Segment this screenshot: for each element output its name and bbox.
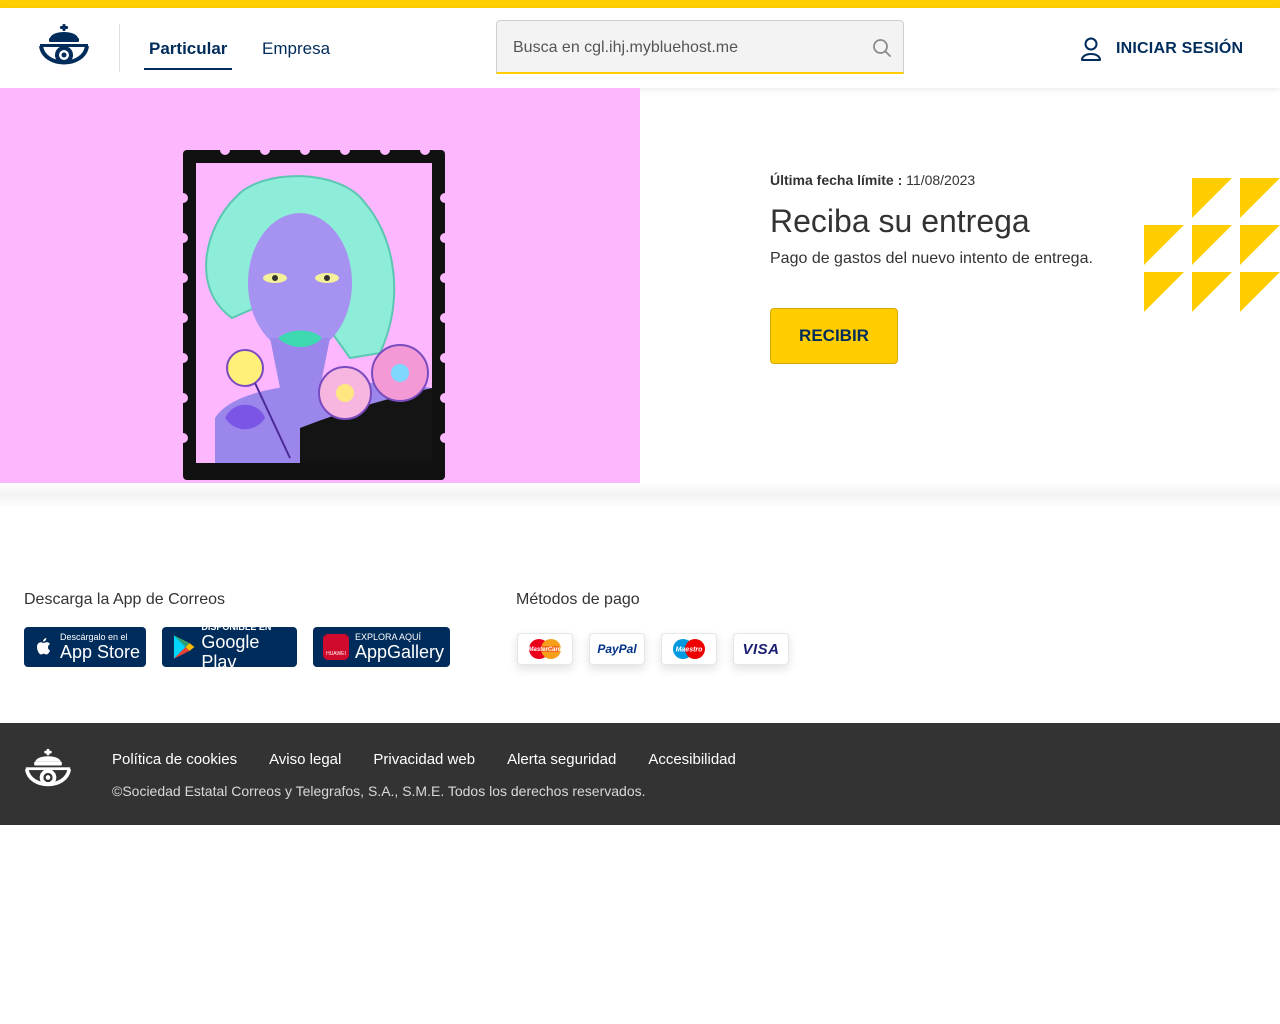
stamp-illustration bbox=[0, 88, 640, 483]
appgallery-small: EXPLORA AQUÍ bbox=[355, 632, 422, 642]
correos-footer-logo-icon[interactable] bbox=[24, 748, 72, 794]
footer-link-cookies[interactable]: Política de cookies bbox=[112, 751, 237, 768]
apps-title: Descarga la App de Correos bbox=[24, 591, 225, 608]
correos-logo-icon[interactable] bbox=[38, 24, 90, 72]
mastercard-card: MasterCard bbox=[517, 633, 573, 665]
payments-title: Métodos de pago bbox=[516, 591, 640, 608]
appgallery-button[interactable]: HUAWEI EXPLORA AQUÍ AppGallery bbox=[313, 627, 450, 667]
copyright: ©Sociedad Estatal Correos y Telegrafos, … bbox=[112, 783, 646, 799]
paypal-icon: PayPal bbox=[597, 642, 637, 656]
footer-links: Política de cookies Aviso legal Privacid… bbox=[112, 751, 768, 768]
paypal-card: PayPal bbox=[589, 633, 645, 665]
search-box bbox=[496, 20, 904, 74]
app-store-small: Descárgalo en el bbox=[60, 632, 128, 642]
section-divider bbox=[0, 483, 1280, 507]
hero-title: Reciba su entrega bbox=[770, 203, 1030, 239]
visa-icon: VISA bbox=[742, 640, 780, 658]
huawei-badge: HUAWEI bbox=[326, 651, 346, 657]
recibir-button[interactable]: RECIBIR bbox=[770, 308, 898, 364]
app-store-big: App Store bbox=[60, 642, 141, 662]
maestro-icon: Maestro bbox=[673, 639, 705, 659]
header-divider bbox=[119, 24, 120, 72]
site-footer: Política de cookies Aviso legal Privacid… bbox=[0, 723, 1280, 825]
google-play-big: Google Play bbox=[201, 632, 260, 672]
mastercard-icon: MasterCard bbox=[528, 639, 562, 659]
apple-icon bbox=[37, 638, 50, 655]
site-header: Particular Empresa INICIAR SESIÓN bbox=[0, 8, 1280, 88]
login-button[interactable]: INICIAR SESIÓN bbox=[1080, 36, 1243, 62]
footer-link-accesibilidad[interactable]: Accesibilidad bbox=[648, 751, 736, 768]
hero-content: Última fecha límite : 11/08/2023 Reciba … bbox=[770, 172, 1150, 268]
maestro-label: Maestro bbox=[676, 647, 704, 654]
hero-subtitle: Pago de gastos del nuevo intento de entr… bbox=[770, 250, 1093, 267]
google-play-small: DISPONIBLE EN bbox=[201, 622, 272, 632]
decorative-triangles-icon bbox=[1144, 178, 1280, 312]
huawei-icon: HUAWEI bbox=[323, 634, 349, 660]
search-icon[interactable] bbox=[872, 38, 892, 58]
nav-particular[interactable]: Particular bbox=[144, 38, 233, 70]
google-play-button[interactable]: DISPONIBLE EN Google Play bbox=[162, 622, 297, 672]
login-label: INICIAR SESIÓN bbox=[1116, 40, 1244, 57]
app-store-button[interactable]: Descárgalo en el App Store bbox=[24, 627, 146, 667]
google-play-icon bbox=[173, 635, 195, 659]
deadline-value: 11/08/2023 bbox=[906, 172, 976, 188]
appgallery-big: AppGallery bbox=[355, 642, 445, 662]
search-input[interactable] bbox=[513, 35, 853, 61]
deadline-label: Última fecha límite : bbox=[770, 172, 903, 188]
mastercard-label: MasterCard bbox=[528, 647, 561, 653]
user-icon bbox=[1081, 37, 1101, 61]
footer-link-aviso-legal[interactable]: Aviso legal bbox=[269, 751, 341, 768]
nav-empresa[interactable]: Empresa bbox=[262, 38, 330, 60]
top-accent-bar bbox=[0, 0, 1280, 8]
footer-link-alerta-seguridad[interactable]: Alerta seguridad bbox=[507, 751, 616, 768]
deadline: Última fecha límite : 11/08/2023 bbox=[770, 172, 1150, 188]
maestro-card: Maestro bbox=[661, 633, 717, 665]
footer-link-privacidad[interactable]: Privacidad web bbox=[373, 751, 475, 768]
visa-card: VISA bbox=[733, 633, 789, 665]
